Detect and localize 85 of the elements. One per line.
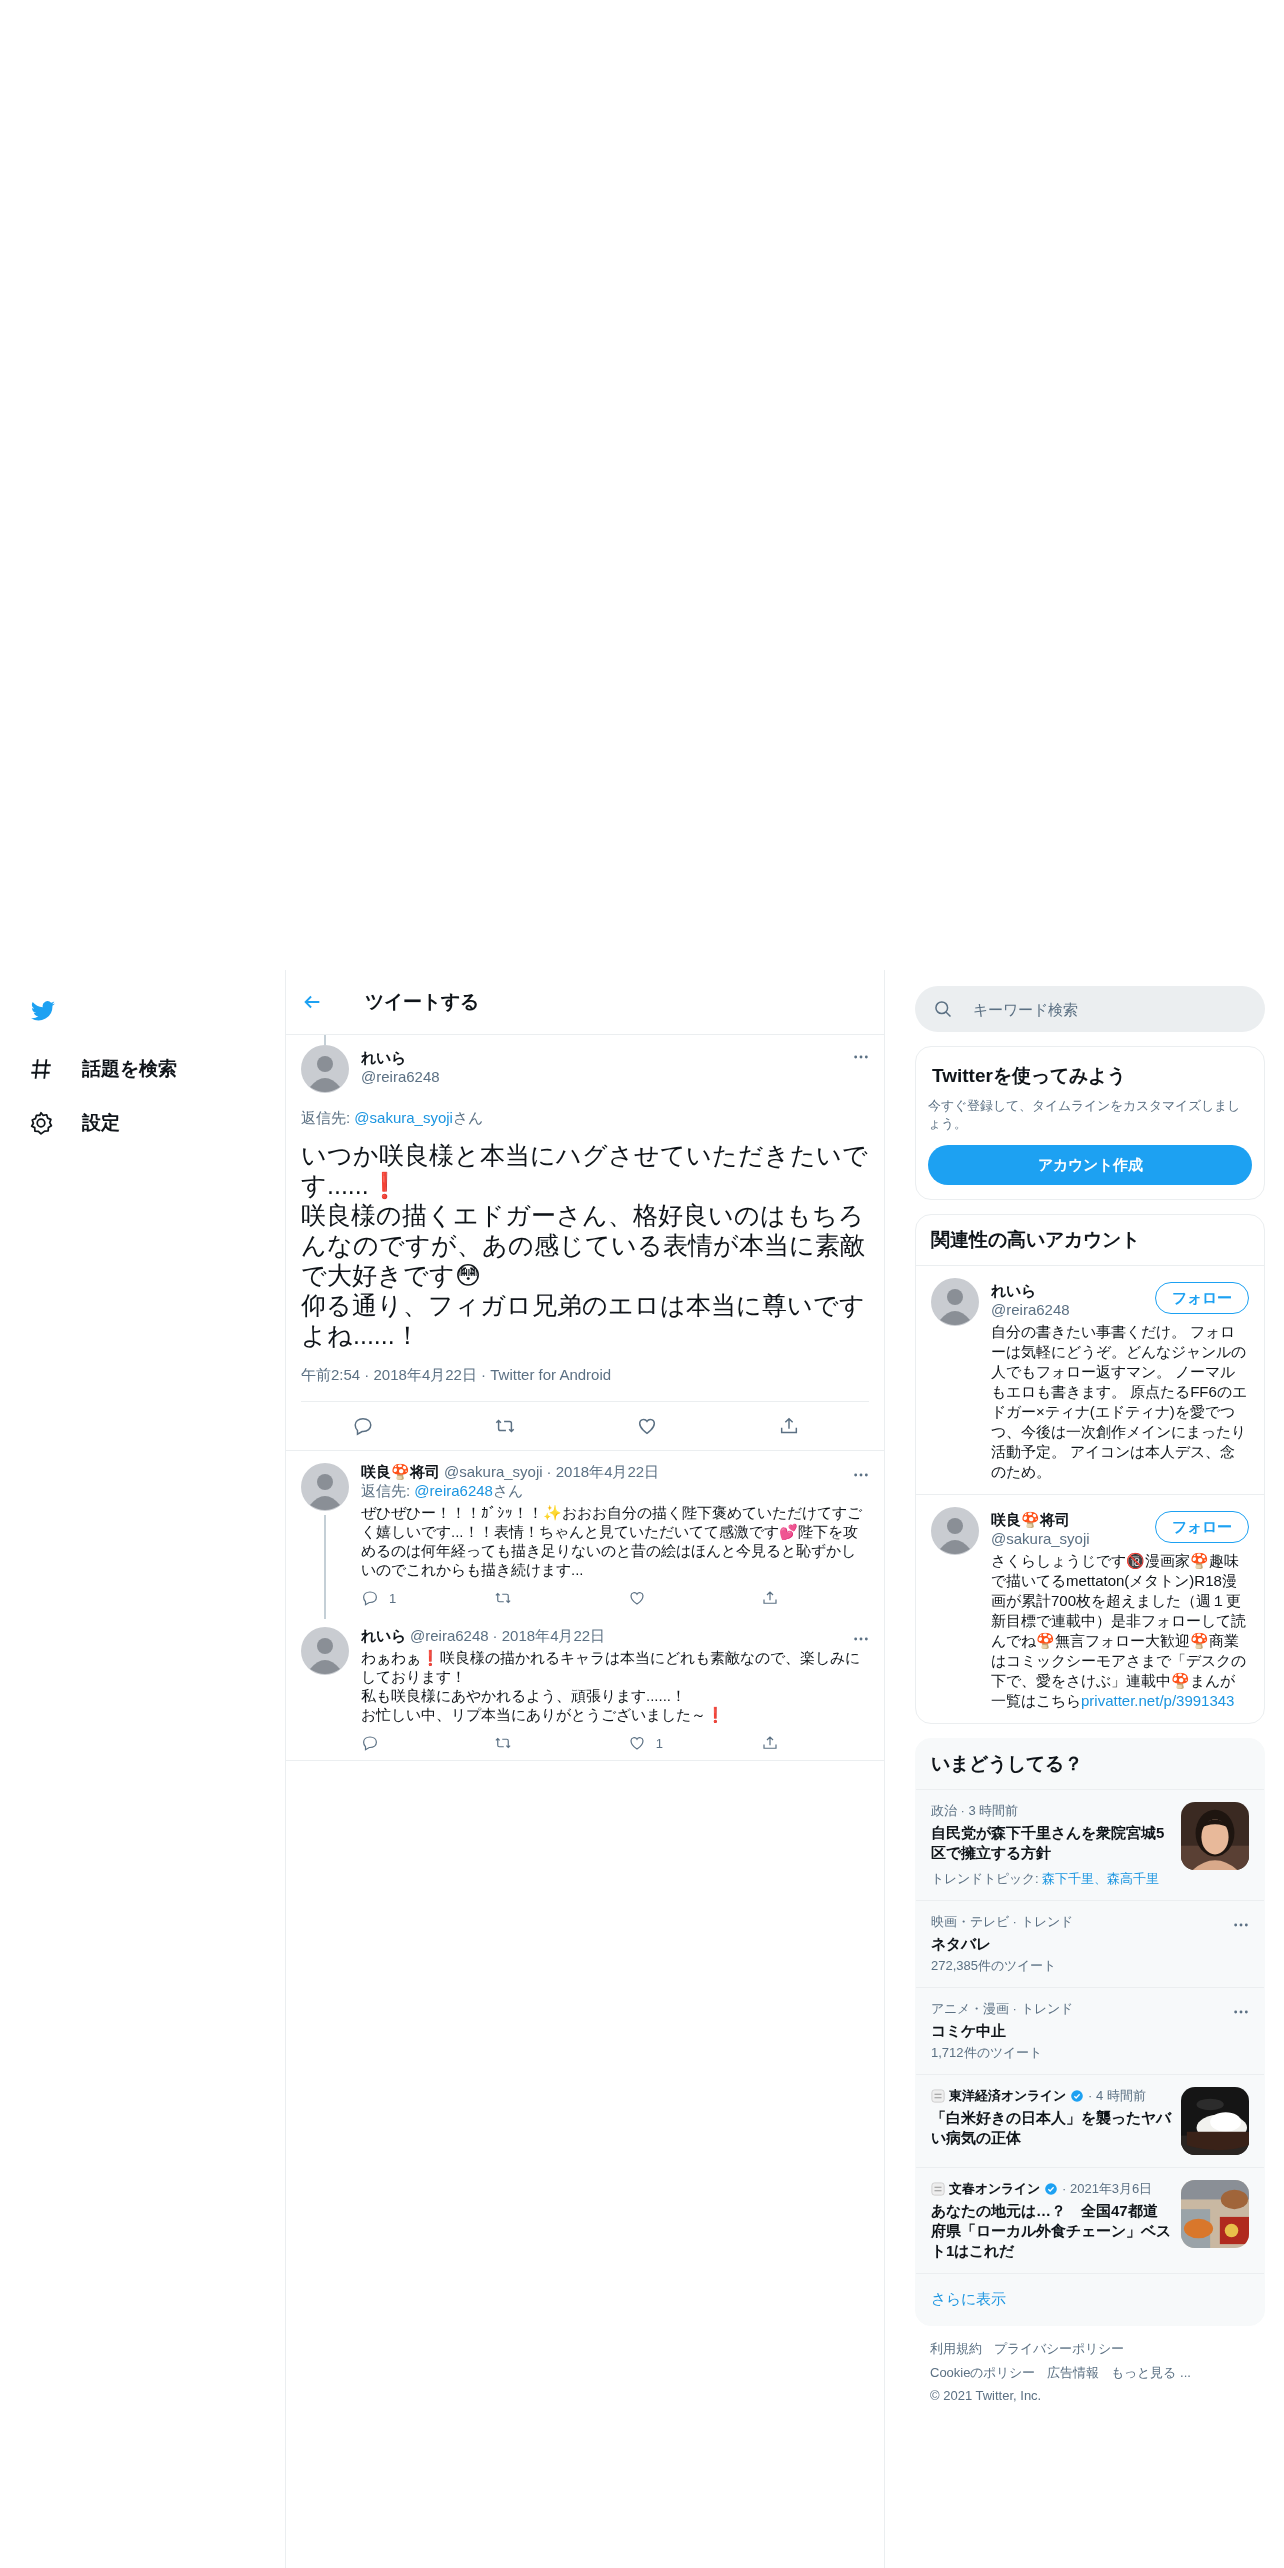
avatar[interactable] <box>301 1045 349 1093</box>
more-icon[interactable] <box>1233 2010 1249 2014</box>
user-name[interactable]: れいら <box>361 1049 841 1068</box>
user-name[interactable]: 咲良🍄将司 <box>361 1463 440 1482</box>
tweet-text: いつか咲良様と本当にハグさせていただきたいです......❗ <box>301 1140 869 1200</box>
search-field[interactable]: キーワード検索 <box>915 986 1265 1032</box>
footer-link[interactable]: プライバシーポリシー <box>994 2340 1124 2358</box>
reply-icon[interactable] <box>352 1415 374 1437</box>
hashtag-icon <box>28 1056 54 1082</box>
copyright-text: © 2021 Twitter, Inc. <box>930 2388 1043 2403</box>
topic-link[interactable]: 森下千里、森高千里 <box>1042 1871 1160 1886</box>
show-more-link[interactable]: さらに表示 <box>916 2274 1264 2325</box>
mention-link[interactable]: @sakura_syoji <box>354 1109 453 1126</box>
avatar[interactable] <box>931 1278 979 1326</box>
follow-button[interactable]: フォロー <box>1155 1511 1249 1543</box>
trend-headline[interactable]: あなたの地元は…？ 全国47都道府県「ローカル外食チェーン」ベスト1はこれだ <box>931 2201 1171 2261</box>
footer-link[interactable]: Cookieのポリシー <box>930 2364 1036 2382</box>
card-title: 関連性の高いアカウント <box>916 1215 1264 1266</box>
heart-icon[interactable] <box>627 1734 646 1752</box>
user-handle[interactable]: @reira6248 <box>410 1627 489 1644</box>
source-logo-icon <box>931 2182 945 2196</box>
tweet-text: わぁわぁ❗咲良様の描かれるキャラは本当にどれも素敵なので、楽しみにしております！ <box>361 1648 861 1686</box>
user-handle[interactable]: @sakura_syoji <box>991 1530 1155 1547</box>
avatar[interactable] <box>931 1507 979 1555</box>
create-account-button[interactable]: アカウント作成 <box>928 1145 1252 1185</box>
user-handle[interactable]: @reira6248 <box>991 1301 1155 1318</box>
nav-item[interactable]: 話題を検索 <box>28 1042 177 1096</box>
heart-icon[interactable] <box>627 1589 646 1607</box>
tweet-count: 1,712件のツイート <box>931 2044 1043 2062</box>
tweet-text: 咲良様の描くエドガーさん、格好良いのはもちろんなのですが、あの感じている表情が本当に素敵で大好きです😳 <box>301 1200 866 1290</box>
tweet-date[interactable]: · 2018年4月22日 <box>492 1627 606 1646</box>
footer-link[interactable]: 利用規約 <box>930 2340 982 2358</box>
search-icon <box>933 999 953 1019</box>
user-bio: 自分の書きたい事書くだけ。 フォローは気軽にどうぞ。どんなジャンルの人でもフォロー返すマン。 ノーマルもエロも書きます。 原点たるFF6のエドガー×ティナ(エドティナ)を愛でつつ、今後は一次創作メインにまったり活動予定。 アイコンは本人デス、念のため。 <box>991 1322 1248 1482</box>
trend-headline[interactable]: コミケ中止 <box>931 2021 1223 2041</box>
source-logo-icon <box>931 2089 945 2103</box>
trend-context: アニメ・漫画 · トレンド <box>931 2000 1074 2018</box>
more-icon[interactable] <box>853 1637 869 1641</box>
avatar[interactable] <box>301 1463 349 1511</box>
tweet-text: ぜひぜひー！！！ｶﾞｼｯ！！✨おおお自分の描く陛下褒めていただけてすごく嬉しいです...！！表情！ちゃんと見ていただいてて感激です💕陛下を攻めるのは何年経っても描き足りないのと昔の絵はほんと今見ると恥ずかしいのでこれからも描き続けます... <box>361 1503 863 1579</box>
signup-text: 今すぐ登録して、タイムラインをカスタマイズしましょう。 <box>928 1097 1241 1133</box>
user-handle[interactable]: @reira6248 <box>361 1068 841 1085</box>
article-time: · 2021年3月6日 <box>1062 2180 1153 2198</box>
follow-button[interactable]: フォロー <box>1155 1282 1249 1314</box>
tweet-count: 272,385件のツイート <box>931 1957 1057 1975</box>
tweet-text: 仰る通り、フィガロ兄弟のエロは本当に尊いですよね......！ <box>301 1290 866 1350</box>
trend-topics: トレンドトピック: 森下千里、森高千里 <box>931 1870 1161 1888</box>
user-name[interactable]: れいら <box>361 1627 406 1646</box>
user-bio: さくらしょうじです🔞漫画家🍄趣味で描いてるmettaton(メタトン)R18漫画が累計700枚を超えました（週１更新目標で連載中）是非フォローして読んでね🍄無言フォロー大歓迎🍄商業はコミックシーモアさまで「デスクの下で、愛をさけぶ」連載中🍄まんが一覧はこちらprivatter.net/p/3991343 <box>991 1551 1247 1711</box>
more-icon[interactable] <box>853 1055 869 1059</box>
share-icon[interactable] <box>761 1589 779 1607</box>
trend-headline[interactable]: 自民党が森下千里さんを衆院宮城5区で擁立する方針 <box>931 1823 1171 1863</box>
source-name[interactable]: 東洋経済オンライン <box>949 2087 1066 2105</box>
trend-headline[interactable]: ネタバレ <box>931 1934 1223 1954</box>
tweet-text: 私も咲良様にあやかれるよう、頑張ります......！ <box>361 1686 687 1705</box>
source-name[interactable]: 文春オンライン <box>949 2180 1040 2198</box>
nav-item[interactable]: 設定 <box>28 1096 120 1150</box>
footer-link[interactable]: 広告情報 <box>1047 2364 1100 2382</box>
reply-to-text: 返信先: @sakura_syojiさん <box>301 1109 484 1128</box>
page-title: ツイートする <box>365 990 479 1014</box>
reply-icon[interactable] <box>361 1589 379 1607</box>
share-icon[interactable] <box>761 1734 779 1752</box>
reply-icon[interactable] <box>361 1734 379 1752</box>
trend-context: 映画・テレビ · トレンド <box>931 1913 1074 1931</box>
tweet-meta: 午前2:54 · 2018年4月22日 · Twitter for Android <box>301 1366 613 1385</box>
avatar[interactable] <box>301 1627 349 1675</box>
footer-link[interactable]: もっと見る ... <box>1111 2364 1191 2382</box>
card-title: いまどうしてる？ <box>916 1739 1264 1790</box>
like-count: 1 <box>655 1735 663 1751</box>
trend-headline[interactable]: 「白米好きの日本人」を襲ったヤバい病気の正体 <box>931 2108 1171 2148</box>
user-handle[interactable]: @sakura_syoji <box>444 1463 543 1480</box>
tweet-text: お忙しい中、リプ本当にありがとうございました～❗ <box>361 1705 726 1724</box>
reply-to-text: 返信先: @reira6248さん <box>361 1482 524 1501</box>
user-name[interactable]: 咲良🍄将司 <box>991 1511 1155 1530</box>
user-name[interactable]: れいら <box>991 1282 1155 1301</box>
card-title: Twitterを使ってみよう <box>932 1064 1127 1088</box>
more-icon[interactable] <box>853 1473 869 1477</box>
tweet-date[interactable]: · 2018年4月22日 <box>546 1463 660 1482</box>
settings-icon <box>28 1110 54 1136</box>
mention-link[interactable]: @reira6248 <box>414 1482 493 1499</box>
reply-count: 1 <box>389 1590 397 1606</box>
more-icon[interactable] <box>1233 1923 1249 1927</box>
trend-context: 政治 · 3 時間前 <box>931 1802 1020 1820</box>
article-time: · 4 時間前 <box>1088 2087 1146 2105</box>
bio-link[interactable]: privatter.net/p/3991343 <box>1081 1692 1235 1709</box>
